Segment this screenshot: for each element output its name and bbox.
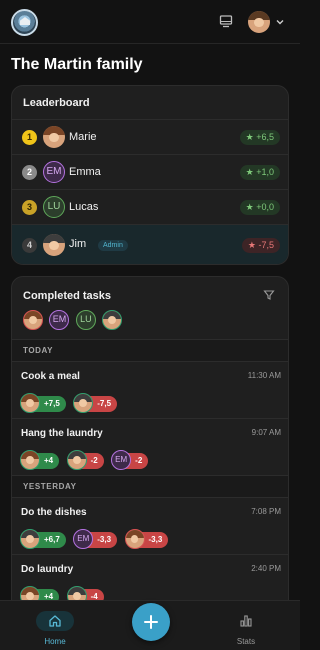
task-name: Do laundry [21,564,74,575]
add-task-button[interactable] [132,603,170,641]
member-name: Emma [69,166,101,178]
task-time: 7:08 PM [251,507,281,516]
completed-tasks-card: Completed tasks EM LU TODAY Cook a meal … [11,276,289,616]
page-title: The Martin family [11,56,143,73]
leaderboard-row-lucas[interactable]: 3 LU Lucas ★ +0,0 [12,189,288,224]
home-icon [49,615,61,627]
rank-badge: 1 [22,130,37,145]
task-item[interactable]: Do the dishes 7:08 PM +6,7 EM -3,3 -3,3 [12,497,288,554]
score-badge: ★ +1,0 [239,165,280,180]
bar-chart-icon [240,615,252,627]
rank-badge: 2 [22,165,37,180]
avatar [43,126,65,148]
nav-home[interactable]: Home [36,611,74,650]
task-chips: +7,5 -7,5 [20,393,120,415]
top-bar [0,0,300,44]
task-time: 2:40 PM [251,564,281,573]
plus-icon [144,615,158,629]
leaderboard-row-emma[interactable]: 2 EM Emma ★ +1,0 [12,154,288,189]
member-name: Jim [69,238,87,250]
member-filter-jim[interactable] [102,310,123,330]
task-time: 9:07 AM [251,428,281,437]
user-avatar[interactable] [248,11,270,33]
task-chips: +6,7 EM -3,3 -3,3 [20,529,171,551]
member-filter-lucas[interactable]: LU [75,310,96,330]
leaderboard-row-jim[interactable]: 4 Jim Admin ★ -7,5 [12,224,288,264]
avatar: LU [43,196,65,218]
leaderboard-title: Leaderboard [23,97,90,109]
member-filter-row: EM LU [23,310,124,332]
rank-badge: 4 [22,238,37,253]
task-name: Cook a meal [21,371,80,382]
nav-home-label: Home [44,637,66,646]
section-header: TODAY [12,339,288,361]
score-badge: ★ +6,5 [239,130,280,145]
task-name: Do the dishes [21,507,87,518]
nav-stats-label: Stats [236,637,256,646]
section-header: YESTERDAY [12,475,288,497]
member-name: Marie [69,131,97,143]
score-badge: ★ +0,0 [239,200,280,215]
avatar [43,234,65,256]
points-chip: -3,3 [124,529,169,549]
task-name: Hang the laundry [21,428,103,439]
task-item[interactable]: Cook a meal 11:30 AM +7,5 -7,5 [12,361,288,418]
completed-tasks-title: Completed tasks [23,290,112,302]
points-chip: +7,5 [20,393,66,413]
points-chip: +6,7 [20,529,66,549]
task-item[interactable]: Hang the laundry 9:07 AM +4 -2 EM -2 [12,418,288,475]
score-badge: ★ -7,5 [241,238,280,253]
task-chips: +4 -2 EM -2 [20,450,151,472]
admin-badge: Admin [98,240,128,251]
member-name: Lucas [69,201,99,213]
task-time: 11:30 AM [247,371,281,380]
family-logo-icon[interactable] [11,9,38,36]
points-chip: EM -2 [111,450,149,470]
chevron-down-icon[interactable] [275,17,285,27]
member-filter-emma[interactable]: EM [49,310,70,330]
filter-icon[interactable] [263,289,275,301]
member-filter-marie[interactable] [23,310,43,330]
avatar: EM [43,161,65,183]
leaderboard-card: Leaderboard 1 Marie ★ +6,5 2 EM Emma ★ +… [11,85,289,265]
points-chip: -7,5 [73,393,118,413]
points-chip: +4 [20,450,60,470]
points-chip: -2 [66,450,104,470]
leaderboard-row-marie[interactable]: 1 Marie ★ +6,5 [12,119,288,154]
nav-stats[interactable]: Stats [227,611,265,650]
rank-badge: 3 [22,200,37,215]
points-chip: EM -3,3 [73,529,118,549]
monitor-icon[interactable] [219,14,233,28]
